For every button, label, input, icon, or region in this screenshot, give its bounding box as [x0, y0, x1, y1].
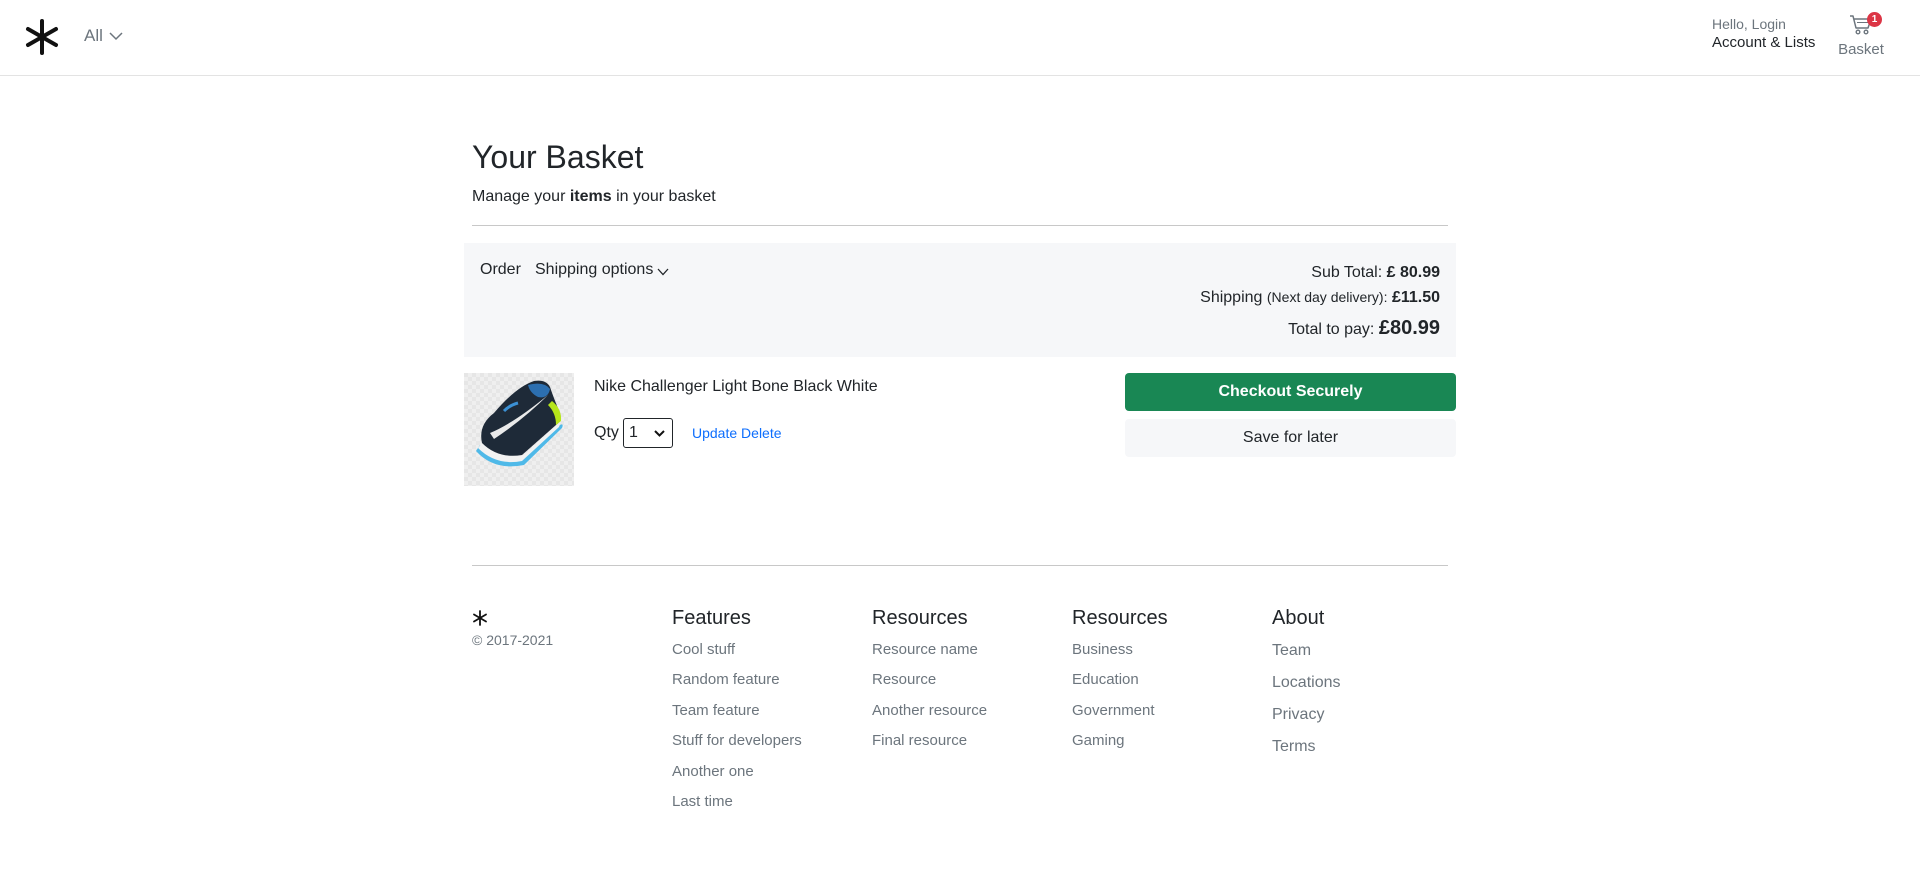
delete-link[interactable]: Delete [741, 425, 781, 441]
footer-link[interactable]: Gaming [1072, 726, 1168, 756]
chevron-down-icon [654, 430, 665, 437]
footer-column-title: Features [672, 607, 751, 629]
footer-column-title: About [1272, 607, 1325, 629]
basket-label: Basket [1838, 41, 1884, 58]
total-value: £80.99 [1378, 317, 1440, 339]
subtotal-value: £ 80.99 [1386, 264, 1440, 281]
subtitle-emphasis: items [569, 188, 612, 205]
footer-link[interactable]: Cool stuff [672, 635, 802, 665]
footer-link[interactable]: Team [1272, 635, 1341, 667]
qty-label: Qty [594, 424, 619, 441]
subtotal-label: Sub Total: [1311, 264, 1383, 281]
checkout-button[interactable]: Checkout Securely [1125, 373, 1456, 411]
account-greeting: Hello, Login [1712, 16, 1786, 32]
header-divider [472, 225, 1448, 226]
shipping-note: (Next day delivery): [1266, 289, 1388, 305]
footer-link[interactable]: Terms [1272, 731, 1341, 763]
category-dropdown[interactable]: All [84, 26, 123, 46]
update-link[interactable]: Update [692, 425, 737, 441]
footer-link[interactable]: Another one [672, 757, 802, 787]
shipping-options-label: Shipping options [535, 261, 654, 278]
order-label: Order [480, 261, 521, 278]
footer-link[interactable]: Final resource [872, 726, 987, 756]
asterisk-logo-icon[interactable] [472, 610, 488, 626]
footer-link[interactable]: Team feature [672, 696, 802, 726]
chevron-down-icon [109, 32, 123, 41]
page-subtitle: Manage your items in your basket [472, 188, 716, 206]
subtitle-text-end: in your basket [611, 188, 716, 205]
footer-column-features: Features Cool stuff Random feature Team … [672, 607, 802, 817]
top-navbar: All Hello, Login Account & Lists 1 Baske… [0, 0, 1920, 76]
category-label: All [84, 26, 103, 45]
order-totals: Sub Total: £ 80.99 Shipping (Next day de… [1200, 261, 1440, 340]
footer-column-title: Resources [1072, 607, 1168, 629]
footer-link[interactable]: Random feature [672, 665, 802, 695]
quantity-select[interactable]: 1 [623, 418, 673, 448]
product-image[interactable] [464, 373, 574, 486]
footer-column-title: Resources [872, 607, 968, 629]
order-summary-panel: Order Shipping options Sub Total: £ 80.9… [464, 243, 1456, 357]
shipping-row: Shipping (Next day delivery): £11.50 [1200, 285, 1440, 309]
footer-link[interactable]: Stuff for developers [672, 726, 802, 756]
footer-link[interactable]: Last time [672, 787, 802, 817]
footer-divider [472, 565, 1448, 566]
footer-link[interactable]: Locations [1272, 667, 1341, 699]
shipping-options-dropdown[interactable]: Shipping options [535, 261, 669, 279]
footer-link[interactable]: Resource [872, 665, 987, 695]
subtitle-text-start: Manage your [472, 188, 570, 205]
footer-link[interactable]: Government [1072, 696, 1168, 726]
basket-button[interactable]: 1 Basket [1837, 12, 1885, 62]
save-for-later-button[interactable]: Save for later [1125, 419, 1456, 457]
page-title: Your Basket [472, 139, 644, 175]
quantity-value: 1 [629, 424, 638, 441]
footer-link[interactable]: Education [1072, 665, 1168, 695]
running-shoe-image [464, 373, 574, 486]
total-row: Total to pay: £80.99 [1200, 316, 1440, 340]
total-label: Total to pay: [1288, 321, 1375, 338]
account-menu[interactable]: Hello, Login Account & Lists [1712, 15, 1815, 53]
copyright-text: © 2017-2021 [472, 632, 554, 648]
footer-link[interactable]: Business [1072, 635, 1168, 665]
chevron-down-icon [657, 268, 669, 275]
footer-link[interactable]: Privacy [1272, 699, 1341, 731]
item-actions: Update Delete [692, 425, 782, 441]
account-lists-label: Account & Lists [1712, 34, 1816, 52]
basket-count-badge: 1 [1867, 12, 1882, 27]
shipping-label: Shipping [1200, 289, 1263, 306]
product-name[interactable]: Nike Challenger Light Bone Black White [594, 378, 878, 396]
footer-column-resources: Resources Resource name Resource Another… [872, 607, 987, 757]
asterisk-logo-icon[interactable] [24, 19, 60, 55]
footer-column-resources-2: Resources Business Education Government … [1072, 607, 1168, 757]
footer-column-about: About Team Locations Privacy Terms [1272, 607, 1341, 763]
footer-link[interactable]: Another resource [872, 696, 987, 726]
subtotal-row: Sub Total: £ 80.99 [1200, 261, 1440, 285]
shipping-value: £11.50 [1391, 289, 1440, 306]
footer-link[interactable]: Resource name [872, 635, 987, 665]
